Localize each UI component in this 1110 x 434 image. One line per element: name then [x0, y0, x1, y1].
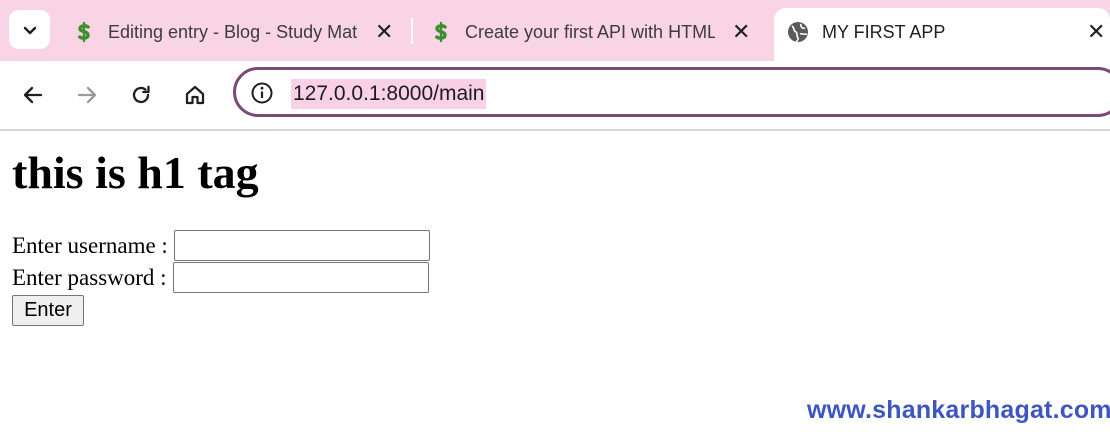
home-button[interactable]	[178, 78, 212, 112]
close-icon[interactable]: ✕	[375, 21, 393, 43]
forward-button[interactable]	[70, 78, 104, 112]
tab-title: Create your first API with HTML	[465, 21, 715, 42]
username-label: Enter username :	[12, 232, 168, 258]
info-icon[interactable]	[250, 81, 274, 105]
password-input[interactable]	[172, 262, 429, 293]
tab-content: MY FIRST APP ✕	[787, 10, 1107, 54]
watermark-text: www.shankarbhagat.com	[807, 396, 1110, 424]
page-heading: this is h1 tag	[12, 147, 259, 198]
tab-create-api[interactable]: Create your first API with HTML ✕	[430, 10, 760, 54]
close-icon[interactable]: ✕	[1087, 21, 1105, 43]
arrow-right-icon	[77, 86, 97, 104]
password-row: Enter password :	[12, 262, 429, 293]
reload-button[interactable]	[124, 78, 158, 112]
address-bar[interactable]: 127.0.0.1:8000/main	[233, 67, 1110, 117]
tab-strip: Editing entry - Blog - Study Mat ✕ Creat…	[0, 0, 1110, 61]
page-content: this is h1 tag Enter username : Enter pa…	[0, 131, 1110, 434]
dollar-icon	[430, 21, 452, 43]
dollar-icon	[73, 21, 95, 43]
chevron-down-icon	[23, 26, 36, 34]
reload-icon	[132, 85, 150, 104]
tab-my-first-app[interactable]: MY FIRST APP ✕	[774, 8, 1110, 61]
browser-toolbar: 127.0.0.1:8000/main	[0, 61, 1110, 128]
tab-title: MY FIRST APP	[822, 21, 946, 42]
tab-search-button[interactable]	[9, 10, 50, 49]
back-button[interactable]	[16, 78, 50, 112]
arrow-left-icon	[23, 86, 43, 104]
username-input[interactable]	[173, 230, 430, 261]
tab-separator	[411, 18, 413, 44]
password-label: Enter password :	[12, 264, 167, 290]
tab-editing-entry[interactable]: Editing entry - Blog - Study Mat ✕	[73, 10, 403, 54]
username-row: Enter username :	[12, 230, 430, 261]
tab-title: Editing entry - Blog - Study Mat	[108, 21, 358, 42]
close-icon[interactable]: ✕	[732, 21, 750, 43]
enter-button[interactable]: Enter	[12, 295, 84, 326]
globe-icon	[787, 21, 809, 43]
url-text[interactable]: 127.0.0.1:8000/main	[291, 79, 487, 109]
home-icon	[185, 85, 205, 105]
